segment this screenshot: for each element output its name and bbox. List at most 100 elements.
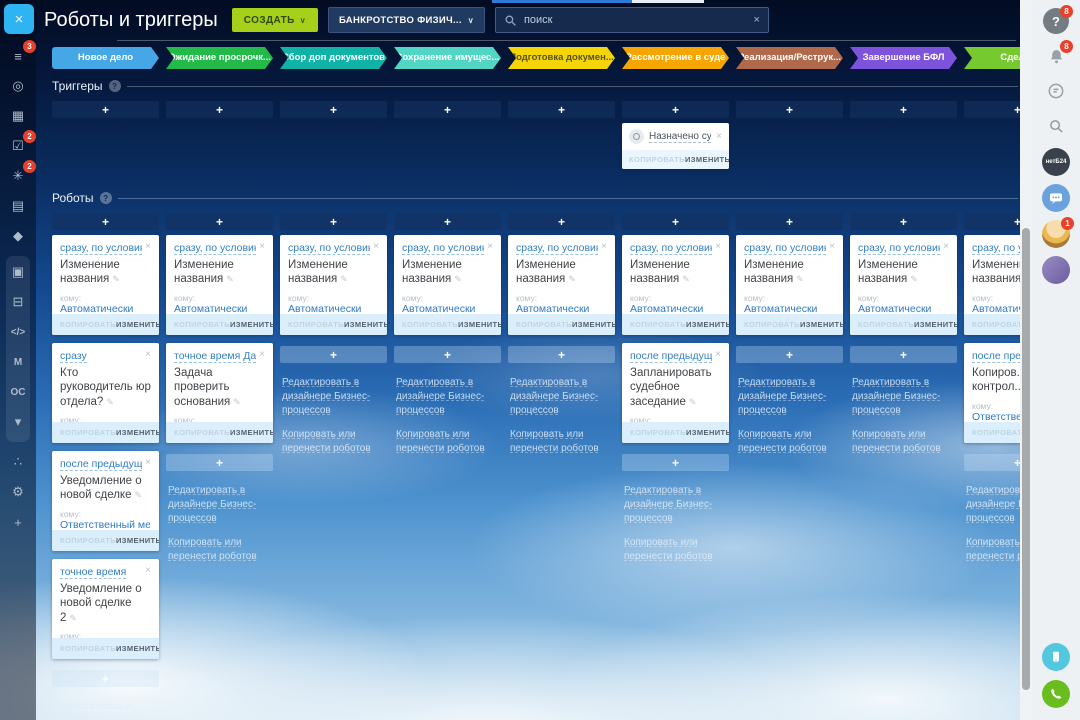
notifications-bell-icon[interactable]: 8	[1043, 40, 1073, 69]
edit-pencil-icon[interactable]: ✎	[69, 613, 77, 623]
copy-robot-button[interactable]: копировать	[630, 428, 686, 437]
copy-robot-button[interactable]: копировать	[972, 428, 1020, 437]
copy-or-move-robots-link[interactable]: Копировать или перенести роботов	[852, 428, 955, 456]
add-robot-button[interactable]: +	[280, 346, 387, 363]
edit-robot-button[interactable]: изменить	[686, 428, 729, 437]
edit-pencil-icon[interactable]: ✎	[689, 397, 697, 407]
copy-robot-button[interactable]: копировать	[972, 320, 1020, 329]
search-icon[interactable]	[1043, 113, 1069, 139]
robot-when-link[interactable]: сразу, по условию	[744, 242, 826, 255]
edit-pencil-icon[interactable]: ✎	[682, 274, 690, 284]
edit-in-designer-link[interactable]: Редактировать в дизайнере Бизнес-процесс…	[852, 376, 955, 418]
edit-pencil-icon[interactable]: ✎	[134, 490, 142, 500]
copy-robot-button[interactable]: копировать	[60, 644, 116, 653]
edit-trigger-button[interactable]: изменить	[685, 155, 729, 164]
delete-robot-icon[interactable]: ×	[601, 242, 607, 252]
edit-in-designer-link[interactable]: Редактировать в дизайнере Бизнес-процесс…	[966, 484, 1020, 526]
add-robot-button[interactable]: +	[622, 213, 729, 230]
add-trigger-button[interactable]: +	[394, 101, 501, 118]
delete-robot-icon[interactable]: ×	[487, 242, 493, 252]
add-robot-button[interactable]: +	[394, 213, 501, 230]
delete-robot-icon[interactable]: ×	[145, 566, 151, 576]
edit-pencil-icon[interactable]: ✎	[454, 274, 462, 284]
copy-robot-button[interactable]: копировать	[174, 428, 230, 437]
add-robot-button[interactable]: +	[622, 454, 729, 471]
edit-robot-button[interactable]: изменить	[458, 320, 501, 329]
copy-or-move-robots-link[interactable]: Копировать или перенести роботов	[966, 536, 1020, 564]
feed-icon[interactable]: ≡ 3	[6, 40, 36, 68]
stage-tab-assets[interactable]: Сохранение имущес...	[394, 47, 501, 69]
edit-in-designer-link[interactable]: Редактировать в дизайнере Бизнес-процесс…	[738, 376, 841, 418]
automation-robot-icon[interactable]: ◆	[6, 224, 30, 248]
copy-robot-button[interactable]: копировать	[858, 320, 914, 329]
crm-marketing-icon[interactable]: ◎	[6, 74, 30, 98]
copy-robot-button[interactable]: копировать	[288, 320, 344, 329]
stage-tab-court[interactable]: Рассмотрение в суде	[622, 47, 729, 69]
delete-robot-icon[interactable]: ×	[259, 350, 265, 360]
mobile-app-icon[interactable]	[1042, 643, 1070, 671]
clear-search-icon[interactable]: ×	[754, 14, 760, 26]
add-trigger-button[interactable]: +	[850, 101, 957, 118]
add-robot-button[interactable]: +	[850, 213, 957, 230]
code-icon[interactable]: </>	[6, 320, 30, 344]
copy-or-move-robots-link[interactable]: Копировать или перенести роботов	[738, 428, 841, 456]
add-robot-button[interactable]: +	[850, 346, 957, 363]
robot-when-link[interactable]: сразу, по условию	[972, 242, 1020, 255]
edit-pencil-icon[interactable]: ✎	[233, 397, 241, 407]
create-button[interactable]: СОЗДАТЬ ∨	[231, 8, 319, 32]
add-plus-icon[interactable]: +	[6, 510, 30, 534]
add-robot-button[interactable]: +	[964, 213, 1020, 230]
edit-in-designer-link[interactable]: Редактировать в дизайнере Бизнес-процесс…	[168, 484, 271, 526]
add-trigger-button[interactable]: +	[52, 101, 159, 118]
robot-when-link[interactable]: точное время Дата о...	[174, 350, 256, 363]
stage-tab-realization[interactable]: Реализация/Реструк...	[736, 47, 843, 69]
search-input[interactable]	[523, 14, 747, 26]
workgroup-avatar[interactable]: нетБ24	[1042, 148, 1070, 176]
add-robot-button[interactable]: +	[736, 213, 843, 230]
help-icon[interactable]: ? 8	[1043, 5, 1073, 34]
robot-when-link[interactable]: сразу, по условию	[174, 242, 256, 255]
edit-robot-button[interactable]: изменить	[116, 536, 159, 545]
edit-pencil-icon[interactable]: ✎	[340, 274, 348, 284]
edit-pencil-icon[interactable]: ✎	[106, 397, 114, 407]
contacts-card-icon[interactable]: ▤	[6, 194, 30, 218]
copy-trigger-button[interactable]: копировать	[629, 155, 685, 164]
edit-pencil-icon[interactable]: ✎	[568, 274, 576, 284]
robot-when-link[interactable]: сразу	[60, 350, 87, 363]
delete-robot-icon[interactable]: ×	[715, 350, 721, 360]
copy-or-move-robots-link[interactable]: Копировать или перенести роботов	[510, 428, 613, 456]
tasks-icon[interactable]: ☑ 2	[6, 130, 36, 158]
edit-robot-button[interactable]: изменить	[800, 320, 843, 329]
delete-robot-icon[interactable]: ×	[145, 242, 151, 252]
copy-robot-button[interactable]: копировать	[402, 320, 458, 329]
copy-robot-button[interactable]: копировать	[60, 320, 116, 329]
delete-robot-icon[interactable]: ×	[943, 242, 949, 252]
edit-pencil-icon[interactable]: ✎	[226, 274, 234, 284]
add-trigger-button[interactable]: +	[964, 101, 1020, 118]
stage-tab-docs[interactable]: Сбор доп документов	[280, 47, 387, 69]
user-avatar-2[interactable]	[1042, 256, 1070, 284]
copy-or-move-robots-link[interactable]: Копировать или перенести роботов	[168, 536, 271, 564]
edit-pencil-icon[interactable]: ✎	[910, 274, 918, 284]
settings-gear-icon[interactable]: ⚙	[6, 480, 30, 504]
add-robot-button[interactable]: +	[394, 346, 501, 363]
edit-in-designer-link[interactable]: Редактировать в дизайнере Бизнес-процесс…	[54, 700, 157, 720]
edit-in-designer-link[interactable]: Редактировать в дизайнере Бизнес-процесс…	[510, 376, 613, 418]
add-robot-button[interactable]: +	[52, 670, 159, 687]
add-robot-button[interactable]: +	[508, 346, 615, 363]
edit-robot-button[interactable]: изменить	[230, 320, 273, 329]
storage-box-icon[interactable]: ⊟	[6, 290, 30, 314]
edit-robot-button[interactable]: изменить	[116, 320, 159, 329]
copy-robot-button[interactable]: копировать	[60, 536, 116, 545]
edit-robot-button[interactable]: изменить	[914, 320, 957, 329]
robot-when-link[interactable]: сразу, по условию	[288, 242, 370, 255]
shop-cart-icon[interactable]: ▦	[6, 104, 30, 128]
edit-robot-button[interactable]: изменить	[230, 428, 273, 437]
add-trigger-button[interactable]: +	[280, 101, 387, 118]
copy-robot-button[interactable]: копировать	[630, 320, 686, 329]
add-robot-button[interactable]: +	[964, 454, 1020, 471]
add-robot-button[interactable]: +	[736, 346, 843, 363]
close-menu-button[interactable]: ×	[4, 4, 34, 34]
robot-when-link[interactable]: сразу, по условию	[516, 242, 598, 255]
trigger-title-link[interactable]: Назначено судеб...	[649, 131, 712, 143]
